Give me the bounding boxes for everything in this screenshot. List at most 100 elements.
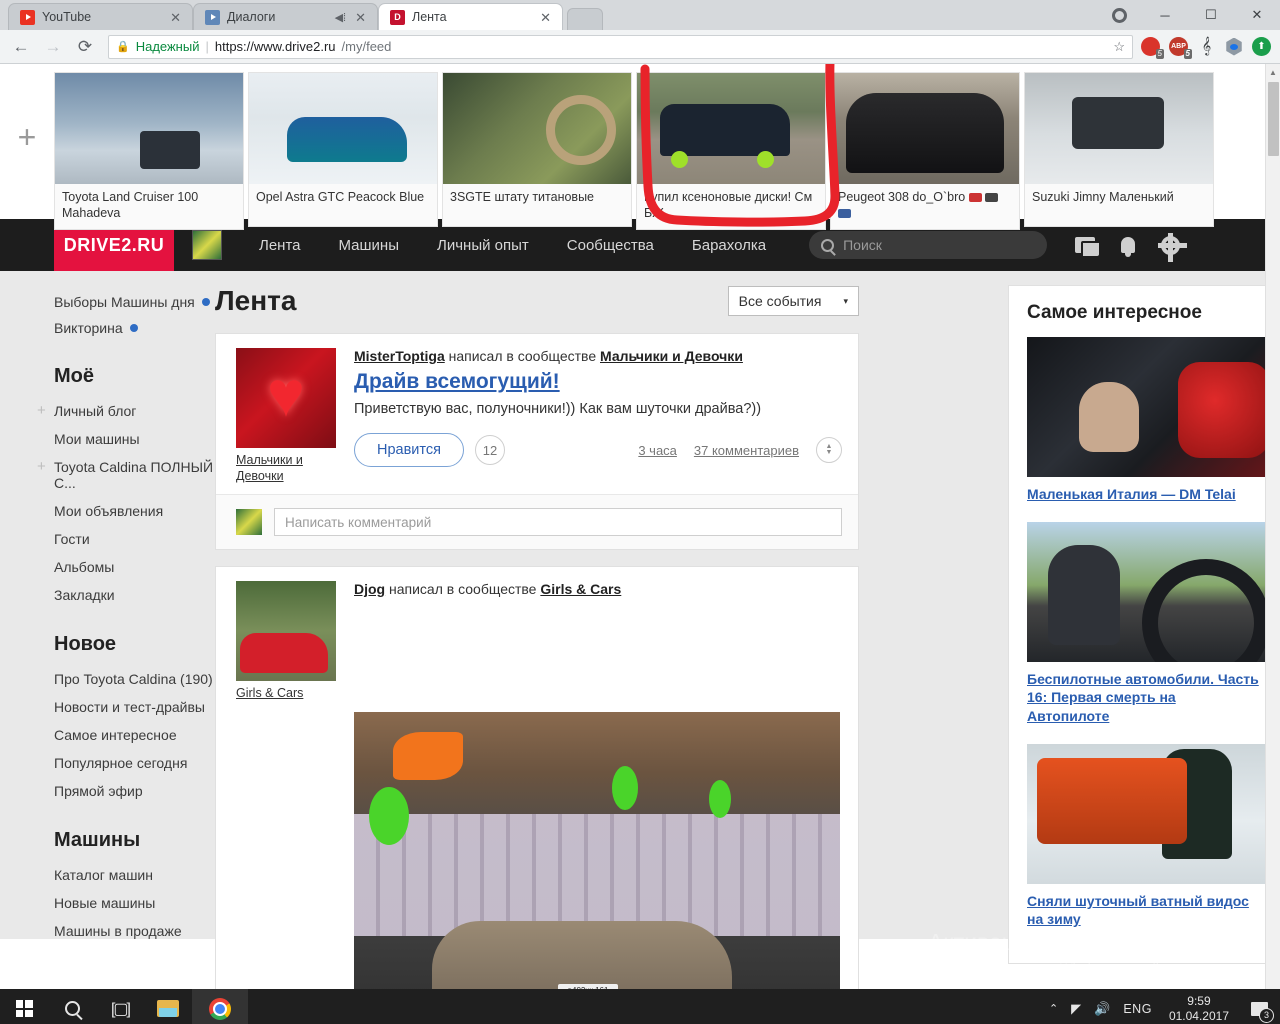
rsb-item[interactable]: Беспилотные автомобили. Часть 16: Первая… [1027,522,1280,725]
maximize-button[interactable]: ☐ [1188,0,1234,30]
bell-icon[interactable] [1121,237,1136,257]
wifi-icon[interactable]: ◤ [1071,1001,1081,1017]
rsb-item[interactable]: Сняли шуточный ватный видос на зиму [1027,743,1280,928]
gear-icon[interactable] [1158,232,1188,262]
sidebar-item-gosti[interactable]: Гости [54,525,215,553]
rsb-thumbnail[interactable] [1027,743,1280,884]
forward-icon[interactable]: → [38,32,68,62]
reload-icon[interactable]: ⟳ [70,32,100,62]
carousel-card[interactable]: Opel Astra GTC Peacock Blue [248,72,438,227]
start-button[interactable] [0,989,48,1024]
community-name-link[interactable]: Мальчики и Девочки [236,453,336,484]
post-comments-link[interactable]: 37 комментариев [694,443,799,458]
rsb-thumbnail[interactable] [1027,337,1280,477]
sidebar-item-lichnyy-blog[interactable]: Личный блог [37,397,215,425]
carousel-card[interactable]: Купил ксеноновые диски! См БЖ [636,72,826,231]
post-avatar-block[interactable]: Girls & Cars [236,581,336,702]
new-tab-button[interactable] [567,8,603,30]
sidebar-item-pro-caldina[interactable]: Про Toyota Caldina (190) [54,665,215,693]
rsb-item[interactable]: Маленькая Италия — DM Telai [1027,337,1280,503]
post-community-link[interactable]: Girls & Cars [540,581,621,597]
nav-link-lenta[interactable]: Лента [240,237,320,254]
sidebar-item-albomy[interactable]: Альбомы [54,553,215,581]
nav-link-mashiny[interactable]: Машины [320,237,418,254]
sidebar-item-samoe-interesnoe[interactable]: Самое интересное [54,721,215,749]
scrollbar-thumb[interactable] [1268,82,1279,156]
post-photo[interactable]: в402хк 161 [354,711,840,989]
close-icon[interactable]: ✕ [538,10,553,25]
tab-dialogi[interactable]: Диалоги ◀⁞ ✕ [193,3,378,30]
nav-link-baraholka[interactable]: Барахолка [673,237,785,254]
page-scrollbar[interactable]: ▲ [1265,64,1280,989]
carousel-card[interactable]: 3SGTE штату титановые [442,72,632,227]
sidebar-item-toyota-caldina[interactable]: Toyota Caldina ПОЛНЫЙ С... [37,453,215,497]
taskbar-search-button[interactable] [48,989,96,1024]
carousel-card[interactable]: Peugeot 308 do_O`bro [830,72,1020,231]
close-icon[interactable]: ✕ [168,10,183,25]
nav-link-soobshchestva[interactable]: Сообщества [548,237,673,254]
volume-icon[interactable]: 🔊 [1094,1001,1110,1017]
close-window-button[interactable]: ✕ [1234,0,1280,30]
sidebar-item-viktorina[interactable]: Викторина [54,315,215,341]
comment-input[interactable]: Написать комментарий [274,508,842,537]
show-hidden-icons-icon[interactable]: ⌃ [1049,1002,1058,1015]
minimize-button[interactable]: ─ [1142,0,1188,30]
post-title-link[interactable]: Драйв всемогущий! [354,370,842,394]
rsb-caption-link[interactable]: Сняли шуточный ватный видос на зиму [1027,892,1261,928]
sidebar-item-vybory[interactable]: Выборы Машины дня [54,289,215,315]
task-view-button[interactable]: [▢] [96,989,144,1024]
separator: | [205,39,209,54]
post-photo-wrapper[interactable]: в402хк 161 [354,711,842,989]
rsb-thumbnail[interactable] [1027,522,1280,663]
rsb-caption-link[interactable]: Маленькая Италия — DM Telai [1027,485,1261,503]
profile-icon[interactable] [1096,0,1142,30]
green-arrow-icon[interactable]: ⬆ [1252,37,1271,56]
sidebar-item-moi-obyavleniya[interactable]: Мои объявления [54,497,215,525]
chrome-taskbar-button[interactable] [192,989,248,1024]
address-bar[interactable]: 🔒 Надежный | https://www.drive2.ru/my/fe… [108,34,1133,59]
sidebar-item-moi-mashiny[interactable]: Мои машины [54,425,215,453]
notifications-button[interactable]: 3 [1246,996,1274,1023]
carousel-card[interactable]: Suzuki Jimny Маленький [1024,72,1214,227]
sidebar-item-v-prodazhe[interactable]: Машины в продаже [54,917,215,945]
tab-youtube[interactable]: YouTube ✕ [8,3,193,30]
search-icon [64,1001,80,1016]
sidebar-item-zakladki[interactable]: Закладки [54,581,215,609]
post-time[interactable]: 3 часа [638,443,677,458]
post-author-link[interactable]: MisterToptiga [354,348,445,364]
music-note-icon[interactable]: 𝄞 [1197,37,1216,56]
scroll-up-icon[interactable]: ▲ [1266,64,1280,80]
site-search[interactable]: Поиск [809,231,1048,259]
close-icon[interactable]: ✕ [353,10,368,25]
file-explorer-button[interactable] [144,989,192,1024]
messages-icon[interactable] [1075,237,1100,256]
event-filter-select[interactable]: Все события ▾ [727,286,859,316]
vote-updown-icon[interactable]: ▲ ▼ [816,437,842,463]
add-car-icon[interactable]: + [0,72,54,202]
sidebar-item-pryamoy-efir[interactable]: Прямой эфир [54,777,215,805]
post-community-link[interactable]: Мальчики и Девочки [600,348,743,364]
carousel-card[interactable]: Toyota Land Cruiser 100 Mahadeva [54,72,244,231]
sidebar-item-populyarnoe[interactable]: Популярное сегодня [54,749,215,777]
sidebar-item-novye-mashiny[interactable]: Новые машины [54,889,215,917]
clock[interactable]: 9:59 01.04.2017 [1165,994,1233,1024]
bookmark-star-icon[interactable]: ☆ [1113,39,1125,55]
community-name-link[interactable]: Girls & Cars [236,686,336,702]
community-avatar[interactable] [236,581,336,682]
nav-link-lichnyy-opyt[interactable]: Личный опыт [418,237,548,254]
opera-vpn-icon[interactable]: 5 [1141,37,1164,59]
tab-lenta[interactable]: D Лента ✕ [378,3,563,30]
post-author-link[interactable]: Djog [354,581,385,597]
user-avatar[interactable] [192,230,222,260]
rsb-caption-link[interactable]: Беспилотные автомобили. Часть 16: Первая… [1027,670,1261,725]
adblock-plus-icon[interactable]: ABP 5 [1169,37,1192,59]
back-icon[interactable]: ← [6,32,36,62]
post-avatar-block[interactable]: Мальчики и Девочки [236,348,336,484]
eye-shield-icon[interactable] [1226,37,1242,56]
community-avatar[interactable] [236,348,336,448]
sidebar-item-katalog[interactable]: Каталог машин [54,861,215,889]
language-indicator[interactable]: ENG [1123,1002,1152,1016]
sidebar-item-novosti[interactable]: Новости и тест-драйвы [54,693,215,721]
like-button[interactable]: Нравится [354,433,464,467]
mute-icon[interactable]: ◀⁞ [335,11,347,24]
